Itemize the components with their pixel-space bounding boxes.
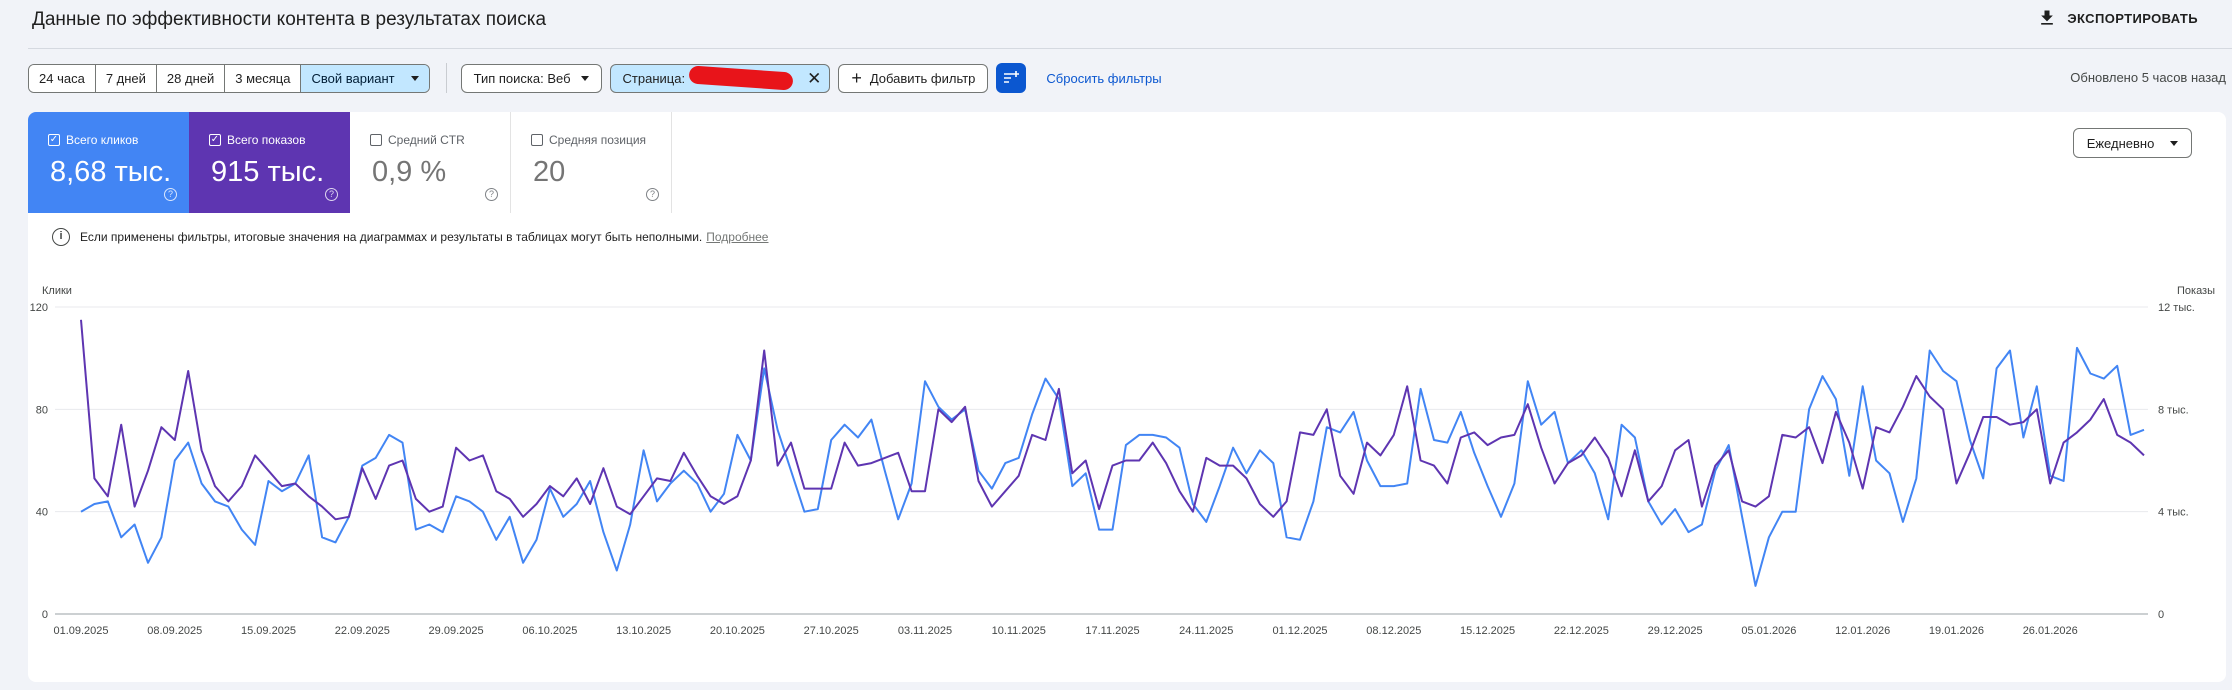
- metric-clicks-header: ✓ Всего кликов: [48, 133, 138, 147]
- page-filter-label: Страница:: [622, 70, 686, 86]
- updated-status: Обновлено 5 часов назад: [2070, 70, 2226, 85]
- date-range-3m[interactable]: 3 месяца: [225, 64, 302, 92]
- metric-clicks-value: 8,68 тыс.: [50, 156, 172, 188]
- x-tick-label: 22.12.2025: [1554, 625, 1609, 637]
- add-filter-button[interactable]: + Добавить фильтр: [838, 63, 989, 93]
- x-tick-label: 03.11.2025: [898, 625, 952, 637]
- date-range-24h[interactable]: 24 часа: [29, 64, 96, 92]
- help-icon[interactable]: ?: [646, 188, 659, 201]
- metric-impressions-label: Всего показов: [227, 133, 306, 147]
- x-tick-label: 13.10.2025: [616, 625, 671, 637]
- checkbox-checked-icon: ✓: [48, 134, 60, 146]
- performance-chart: 0 40 80 120 0 4 тыс. 8 тыс. 12 тыс. Клики Показы 0…: [30, 285, 2215, 637]
- page-filter-chip[interactable]: Страница: ✕: [609, 63, 831, 93]
- x-tick-label: 29.12.2025: [1648, 625, 1703, 637]
- top-divider: [28, 48, 2232, 49]
- search-type-filter[interactable]: Тип поиска: Веб: [460, 63, 602, 93]
- metric-clicks[interactable]: ✓ Всего кликов 8,68 тыс. ?: [28, 112, 189, 213]
- plus-icon: +: [851, 68, 862, 88]
- metric-impressions-value: 915 тыс.: [211, 156, 325, 188]
- checkbox-checked-icon: ✓: [209, 134, 221, 146]
- y-left-tick-label: 80: [36, 404, 48, 416]
- date-range-7d[interactable]: 7 дней: [95, 64, 157, 92]
- metric-impressions[interactable]: ✓ Всего показов 915 тыс. ?: [189, 112, 350, 213]
- x-tick-label: 17.11.2025: [1085, 625, 1139, 637]
- filter-bar: 24 часа 7 дней 28 дней 3 месяца Свой вар…: [28, 63, 1162, 93]
- filter-list-icon: [1004, 71, 1020, 83]
- y-right-tick-label: 8 тыс.: [2158, 404, 2189, 416]
- search-type-label: Тип поиска: Веб: [473, 70, 571, 86]
- help-icon[interactable]: ?: [325, 188, 338, 201]
- top-bar: Данные по эффективности контента в резул…: [0, 0, 2232, 48]
- series-line-impressions: [80, 319, 2145, 521]
- learn-more-link[interactable]: Подробнее: [706, 230, 768, 244]
- x-tick-label: 19.01.2026: [1929, 625, 1984, 637]
- caret-down-icon: [580, 75, 589, 81]
- y-left-tick-label: 0: [42, 609, 48, 621]
- metric-ctr-label: Средний CTR: [388, 133, 465, 147]
- x-tick-label: 05.01.2026: [1741, 625, 1796, 637]
- metric-impressions-header: ✓ Всего показов: [209, 133, 305, 147]
- metric-clicks-label: Всего кликов: [66, 133, 139, 147]
- reset-filters-link[interactable]: Сбросить фильтры: [1046, 71, 1161, 86]
- notice-text: Если применены фильтры, итоговые значени…: [80, 230, 703, 244]
- y-right-tick-label: 4 тыс.: [2158, 507, 2189, 519]
- x-tick-label: 01.12.2025: [1273, 625, 1328, 637]
- metric-position-value: 20: [533, 156, 566, 188]
- filter-notice: i Если применены фильтры, итоговые значе…: [52, 228, 768, 246]
- x-tick-label: 10.11.2025: [992, 625, 1046, 637]
- export-label: ЭКСПОРТИРОВАТЬ: [2067, 10, 2198, 26]
- y-left-axis-label: Клики: [42, 285, 72, 297]
- y-right-tick-label: 0: [2158, 609, 2164, 621]
- x-tick-label: 27.10.2025: [804, 625, 859, 637]
- close-icon[interactable]: ✕: [807, 70, 821, 87]
- x-tick-label: 20.10.2025: [710, 625, 765, 637]
- metric-ctr[interactable]: Средний CTR 0,9 % ?: [350, 112, 511, 213]
- x-tick-label: 15.12.2025: [1460, 625, 1515, 637]
- filter-settings-button[interactable]: [996, 63, 1027, 93]
- caret-down-icon: [2170, 140, 2179, 146]
- metric-ctr-value: 0,9 %: [372, 156, 447, 188]
- x-tick-label: 26.01.2026: [2023, 625, 2078, 637]
- date-range-custom-label: Свой вариант: [311, 70, 395, 86]
- y-right-axis-label: Показы: [2177, 285, 2215, 297]
- y-right-tick-label: 12 тыс.: [2158, 302, 2195, 314]
- export-button[interactable]: ЭКСПОРТИРОВАТЬ: [2037, 8, 2198, 28]
- help-icon[interactable]: ?: [164, 188, 177, 201]
- metric-position-label: Средняя позиция: [549, 133, 647, 147]
- filter-divider: [445, 63, 447, 93]
- download-icon: [2041, 10, 2054, 25]
- performance-card: ✓ Всего кликов 8,68 тыс. ? ✓ Всего показ…: [28, 112, 2226, 682]
- x-tick-label: 08.09.2025: [147, 625, 202, 637]
- add-filter-label: Добавить фильтр: [869, 70, 976, 86]
- date-range-28d[interactable]: 28 дней: [156, 64, 226, 92]
- info-icon: i: [52, 228, 70, 246]
- checkbox-unchecked-icon: [531, 134, 543, 146]
- x-tick-label: 12.01.2026: [1835, 625, 1890, 637]
- page-title: Данные по эффективности контента в резул…: [32, 9, 547, 30]
- x-tick-label: 06.10.2025: [522, 625, 577, 637]
- x-tick-label: 22.09.2025: [335, 625, 390, 637]
- help-icon[interactable]: ?: [485, 188, 498, 201]
- metric-ctr-header: Средний CTR: [370, 133, 465, 147]
- redaction-mark: [688, 65, 794, 91]
- x-tick-label: 08.12.2025: [1366, 625, 1421, 637]
- x-tick-label: 01.09.2025: [53, 625, 108, 637]
- date-range-selector: 24 часа 7 дней 28 дней 3 месяца Свой вар…: [28, 63, 430, 93]
- metric-position-header: Средняя позиция: [531, 133, 646, 147]
- metric-position[interactable]: Средняя позиция 20 ?: [511, 112, 672, 213]
- period-select[interactable]: Ежедневно: [2073, 128, 2192, 158]
- x-tick-label: 29.09.2025: [429, 625, 484, 637]
- x-tick-label: 15.09.2025: [241, 625, 296, 637]
- metric-tiles: ✓ Всего кликов 8,68 тыс. ? ✓ Всего показ…: [28, 112, 672, 213]
- y-left-tick-label: 40: [36, 507, 48, 519]
- period-label: Ежедневно: [2086, 135, 2155, 151]
- date-range-custom[interactable]: Свой вариант: [301, 64, 429, 92]
- x-tick-label: 24.11.2025: [1179, 625, 1233, 637]
- checkbox-unchecked-icon: [370, 134, 382, 146]
- caret-down-icon: [410, 75, 419, 81]
- y-left-tick-label: 120: [30, 302, 48, 314]
